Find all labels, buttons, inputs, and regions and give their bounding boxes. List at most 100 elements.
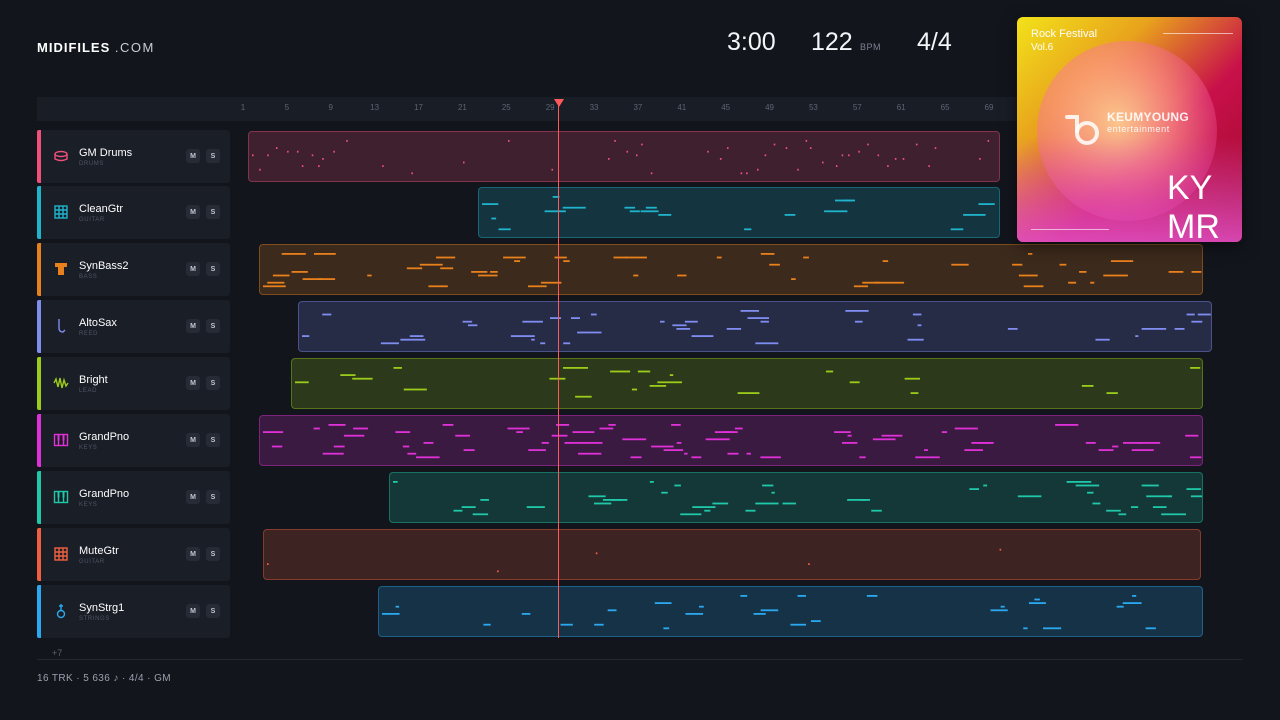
- track-header[interactable]: Bright LEAD M S: [37, 357, 230, 410]
- ruler-bar-label: 1: [240, 103, 246, 112]
- midi-note: [496, 570, 499, 573]
- midi-note: [1023, 627, 1028, 630]
- midi-note: [745, 509, 756, 512]
- midi-note: [630, 456, 643, 459]
- track-category: BASS: [79, 274, 98, 280]
- midi-note: [1185, 434, 1199, 437]
- mute-button[interactable]: M: [186, 547, 200, 561]
- mute-button[interactable]: M: [186, 376, 200, 390]
- midi-note: [480, 499, 489, 501]
- midi-note: [671, 424, 682, 426]
- midi-note: [762, 484, 774, 487]
- track-header[interactable]: GrandPno KEYS M S: [37, 414, 230, 467]
- midi-clip[interactable]: [388, 472, 1203, 523]
- midi-note: [563, 342, 571, 345]
- midi-note: [400, 338, 426, 341]
- solo-button[interactable]: S: [206, 547, 220, 561]
- midi-note: [528, 285, 548, 288]
- midi-note: [381, 613, 400, 615]
- track-header[interactable]: AltoSax REED M S: [37, 300, 230, 353]
- midi-note: [562, 206, 586, 209]
- mute-button[interactable]: M: [186, 604, 200, 618]
- midi-note: [727, 147, 730, 149]
- midi-note: [854, 320, 863, 323]
- midi-note: [407, 267, 423, 270]
- solo-button[interactable]: S: [206, 205, 220, 219]
- mute-button[interactable]: M: [186, 319, 200, 333]
- midi-note: [1191, 320, 1203, 323]
- mute-button[interactable]: M: [186, 205, 200, 219]
- midi-clip[interactable]: [477, 187, 1000, 238]
- track-header[interactable]: CleanGtr GUITAR M S: [37, 186, 230, 239]
- track-category: GUITAR: [79, 217, 105, 223]
- midi-note: [969, 488, 979, 490]
- track-header[interactable]: GM Drums DRUMS M S: [37, 130, 230, 183]
- piano-icon: [53, 432, 69, 448]
- midi-note: [910, 392, 919, 394]
- solo-button[interactable]: S: [206, 319, 220, 333]
- midi-note: [1055, 424, 1079, 426]
- track-header[interactable]: MuteGtr GUITAR M S: [37, 528, 230, 581]
- midi-note: [769, 263, 781, 266]
- solo-button[interactable]: S: [206, 262, 220, 276]
- playhead-marker[interactable]: [554, 99, 564, 107]
- clip-notes: [252, 140, 990, 175]
- midi-note: [743, 228, 752, 231]
- solo-button[interactable]: S: [206, 376, 220, 390]
- ruler-bar-label: 65: [940, 103, 950, 112]
- album-title: Rock Festival: [1031, 28, 1098, 40]
- midi-clip[interactable]: [377, 586, 1203, 637]
- mute-button[interactable]: M: [186, 149, 200, 163]
- midi-note: [988, 140, 990, 142]
- midi-note: [626, 150, 629, 153]
- solo-button[interactable]: S: [206, 433, 220, 447]
- midi-clip[interactable]: [291, 358, 1203, 409]
- guitar-fretboard-icon: [53, 204, 69, 220]
- mute-button[interactable]: M: [186, 262, 200, 276]
- track-header[interactable]: GrandPno KEYS M S: [37, 471, 230, 524]
- ruler-bar-label: 61: [896, 103, 906, 112]
- midi-note: [1118, 513, 1127, 516]
- midi-note: [859, 456, 867, 459]
- mute-button[interactable]: M: [186, 490, 200, 504]
- midi-note: [636, 154, 639, 157]
- midi-clip[interactable]: [248, 131, 1000, 182]
- midi-note: [263, 285, 287, 288]
- midi-note: [962, 214, 986, 216]
- ruler-bar-label: 57: [852, 103, 862, 112]
- midi-note: [760, 609, 779, 612]
- midi-note: [531, 338, 535, 341]
- solo-button[interactable]: S: [206, 490, 220, 504]
- mute-button[interactable]: M: [186, 433, 200, 447]
- midi-note: [1000, 605, 1005, 608]
- midi-note: [842, 199, 855, 202]
- midi-note: [472, 513, 488, 516]
- midi-clip[interactable]: [259, 415, 1203, 466]
- midi-clip[interactable]: [259, 244, 1203, 295]
- midi-note: [698, 605, 704, 608]
- midi-note: [1086, 491, 1094, 494]
- ruler-bar-label: 9: [328, 103, 333, 112]
- track-color-stripe: [37, 300, 41, 353]
- midi-note: [1197, 313, 1211, 316]
- more-tracks-indicator[interactable]: +7: [52, 648, 62, 658]
- solo-button[interactable]: S: [206, 149, 220, 163]
- track-header[interactable]: SynBass2 BASS M S: [37, 243, 230, 296]
- midi-note: [753, 613, 766, 615]
- midi-clip[interactable]: [297, 301, 1212, 352]
- midi-note: [782, 502, 796, 505]
- midi-clip[interactable]: [262, 529, 1201, 580]
- solo-button[interactable]: S: [206, 604, 220, 618]
- track-header[interactable]: SynStrg1 STRINGS M S: [37, 585, 230, 638]
- ruler-bar-label: 69: [984, 103, 994, 112]
- midi-note: [1141, 328, 1167, 330]
- track-category: GUITAR: [79, 559, 105, 565]
- midi-note: [877, 154, 880, 157]
- midi-note: [822, 161, 825, 164]
- track-name: GrandPno: [79, 488, 130, 500]
- midi-note: [735, 427, 744, 430]
- midi-note: [551, 168, 554, 171]
- midi-note: [322, 158, 325, 160]
- midi-note: [740, 595, 748, 597]
- midi-note: [1145, 627, 1156, 630]
